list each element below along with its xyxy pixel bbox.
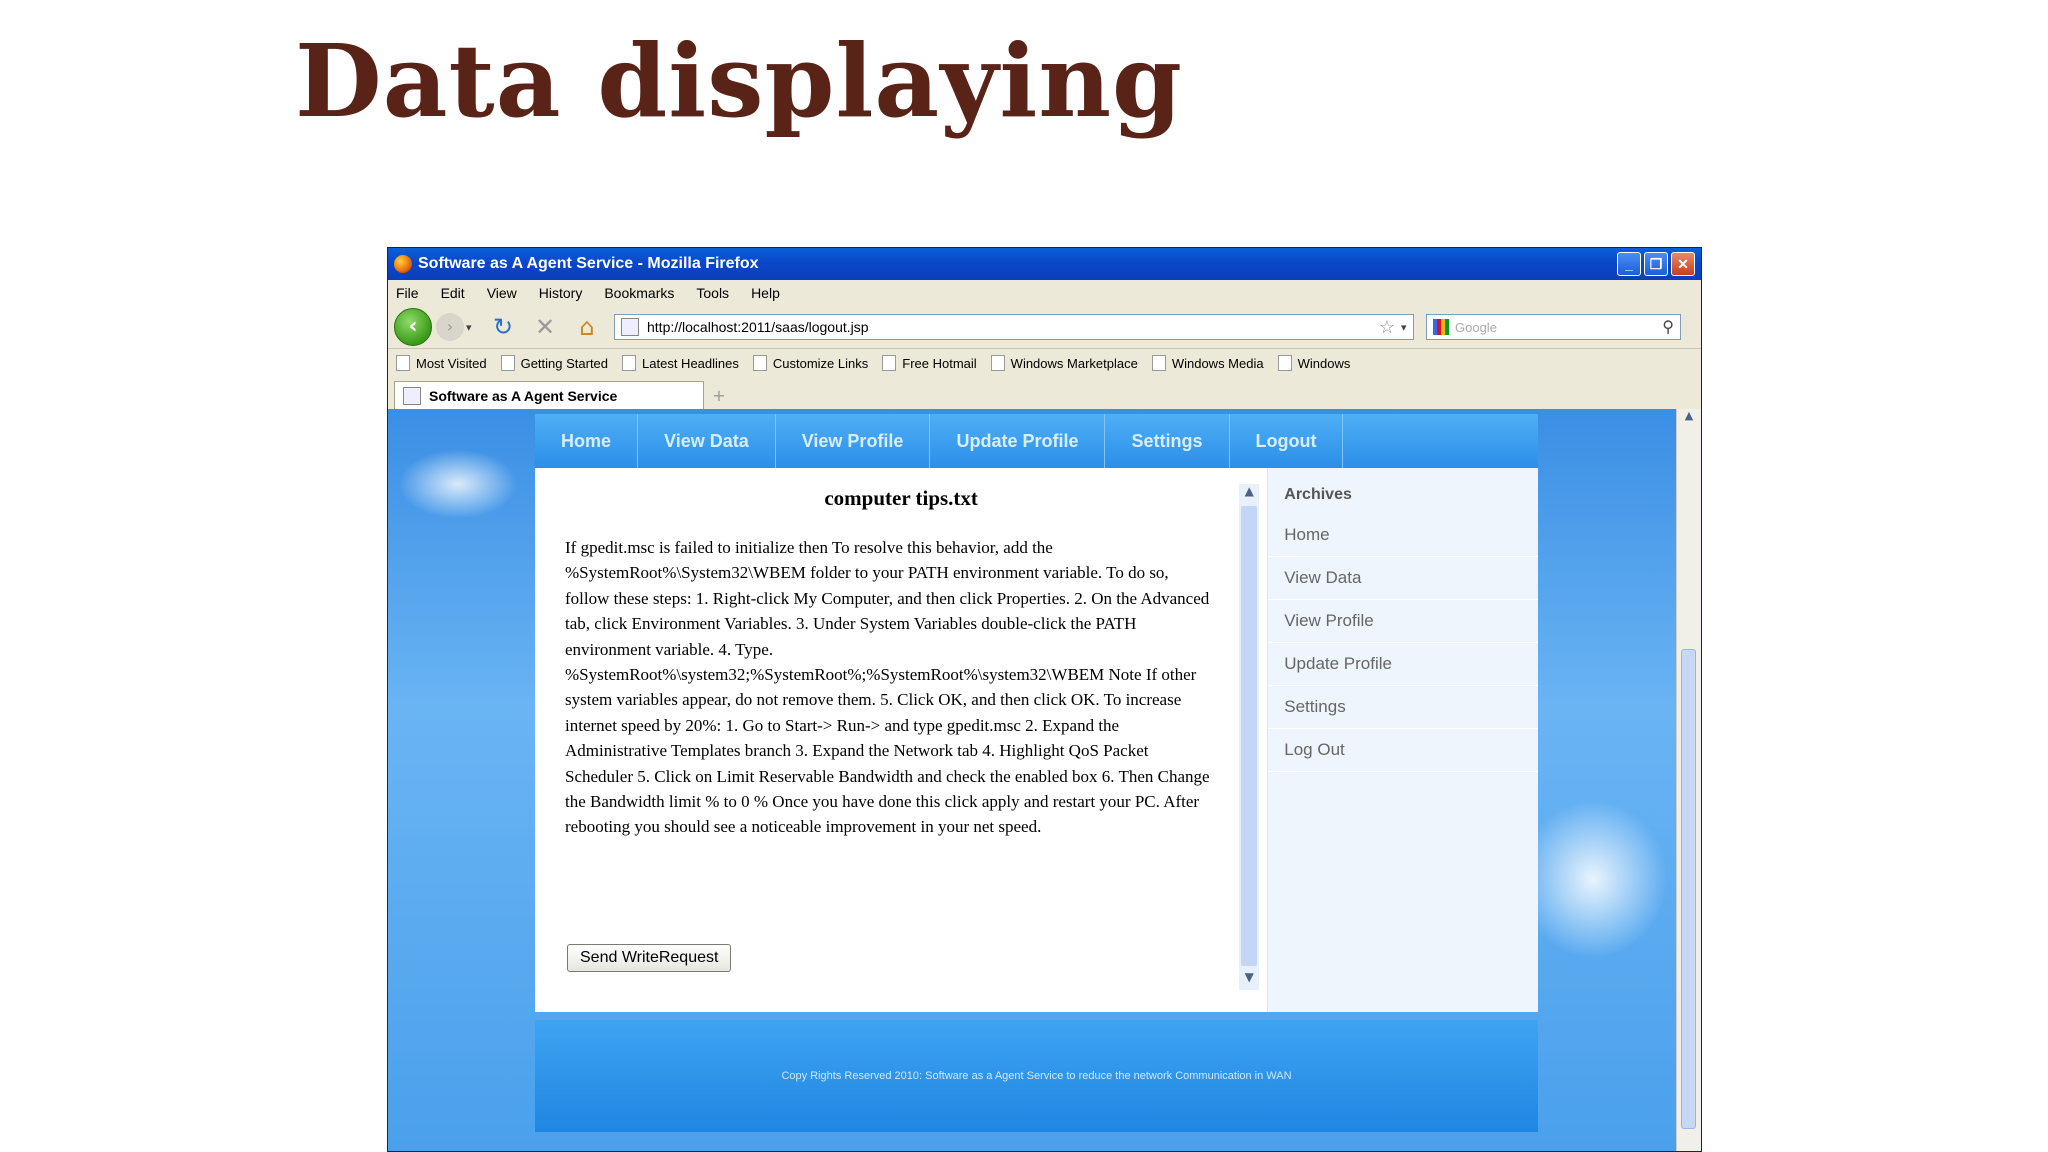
browser-window: Software as A Agent Service - Mozilla Fi…: [387, 247, 1702, 1152]
menu-file[interactable]: File: [396, 285, 419, 301]
menu-edit[interactable]: Edit: [441, 285, 465, 301]
window-title: Software as A Agent Service - Mozilla Fi…: [418, 255, 759, 272]
content-panel: computer tips.txt If gpedit.msc is faile…: [535, 468, 1267, 1012]
scroll-up-icon[interactable]: ▲: [1239, 484, 1259, 504]
page-icon: [1277, 355, 1292, 371]
menu-tools[interactable]: Tools: [696, 285, 729, 301]
sidebar-item-log-out[interactable]: Log Out: [1268, 729, 1538, 772]
rss-icon: [622, 355, 637, 371]
stop-icon[interactable]: ✕: [528, 313, 562, 341]
nav-home[interactable]: Home: [535, 414, 639, 468]
history-dropdown-icon[interactable]: ▾: [466, 321, 478, 334]
bookmark-folder-icon: [396, 355, 410, 371]
scroll-up-icon[interactable]: ▲: [1677, 409, 1701, 427]
tab-bar: Software as A Agent Service +: [388, 377, 1701, 410]
menu-bar: File Edit View History Bookmarks Tools H…: [388, 280, 1701, 306]
bookmark-item[interactable]: Windows Media: [1151, 355, 1264, 371]
reload-icon[interactable]: ↻: [486, 313, 520, 341]
url-dropdown-icon[interactable]: ▾: [1401, 321, 1413, 334]
cloud-decoration: [398, 449, 518, 519]
firefox-icon: [394, 255, 412, 273]
page-scrollbar[interactable]: ▲: [1676, 409, 1701, 1151]
menu-view[interactable]: View: [487, 285, 517, 301]
bookmark-item[interactable]: Getting Started: [500, 355, 608, 371]
search-input[interactable]: Google: [1455, 320, 1662, 335]
forward-button[interactable]: ›: [436, 313, 464, 341]
search-box[interactable]: Google ⚲: [1426, 314, 1681, 340]
page-icon: [1151, 355, 1166, 371]
sidebar-item-home[interactable]: Home: [1268, 514, 1538, 557]
bookmarks-toolbar: Most Visited Getting Started Latest Head…: [388, 349, 1701, 377]
search-icon[interactable]: ⚲: [1662, 317, 1674, 337]
document-title: computer tips.txt: [824, 486, 978, 510]
bookmark-item[interactable]: Windows Marketplace: [990, 355, 1138, 371]
sidebar-title: Archives: [1284, 486, 1352, 503]
archives-sidebar: Archives Home View Data View Profile Upd…: [1267, 468, 1538, 1012]
nav-update-profile[interactable]: Update Profile: [930, 414, 1106, 468]
menu-help[interactable]: Help: [751, 285, 780, 301]
scroll-thumb[interactable]: [1241, 506, 1258, 966]
new-tab-button[interactable]: +: [704, 386, 734, 405]
back-button[interactable]: ‹: [394, 308, 432, 346]
document-body: If gpedit.msc is failed to initialize th…: [565, 538, 1210, 837]
tab-label: Software as A Agent Service: [429, 387, 618, 404]
site-main: computer tips.txt If gpedit.msc is faile…: [535, 468, 1538, 1012]
sidebar-item-view-profile[interactable]: View Profile: [1268, 600, 1538, 643]
nav-logout[interactable]: Logout: [1230, 414, 1344, 468]
menu-history[interactable]: History: [539, 285, 583, 301]
nav-settings[interactable]: Settings: [1105, 414, 1230, 468]
page-icon: [882, 355, 897, 371]
slide-title: Data displaying: [295, 22, 1183, 140]
nav-view-profile[interactable]: View Profile: [776, 414, 931, 468]
page-icon: [990, 355, 1005, 371]
tab-active[interactable]: Software as A Agent Service: [394, 381, 704, 409]
scroll-thumb[interactable]: [1681, 649, 1696, 1129]
site-container: Home View Data View Profile Update Profi…: [535, 414, 1538, 1132]
scroll-down-icon[interactable]: ▼: [1239, 970, 1259, 990]
content-scrollbar[interactable]: ▲ ▼: [1239, 484, 1260, 990]
sidebar-item-settings[interactable]: Settings: [1268, 686, 1538, 729]
page-icon: [752, 355, 767, 371]
send-write-request-button[interactable]: Send WriteRequest: [567, 944, 732, 972]
bookmark-item[interactable]: Windows: [1277, 355, 1350, 371]
page-icon: [621, 318, 639, 336]
bookmark-item[interactable]: Latest Headlines: [622, 355, 739, 371]
page-icon: [403, 386, 421, 405]
address-bar[interactable]: http://localhost:2011/saas/logout.jsp ☆ …: [614, 314, 1414, 340]
close-button[interactable]: ✕: [1671, 252, 1695, 276]
site-footer: Copy Rights Reserved 2010: Software as a…: [535, 1020, 1538, 1132]
sidebar-item-view-data[interactable]: View Data: [1268, 557, 1538, 600]
window-titlebar[interactable]: Software as A Agent Service - Mozilla Fi…: [388, 248, 1701, 280]
navigation-toolbar: ‹ › ▾ ↻ ✕ ⌂ http://localhost:2011/saas/l…: [388, 306, 1701, 349]
sidebar-item-update-profile[interactable]: Update Profile: [1268, 643, 1538, 686]
bookmark-star-icon[interactable]: ☆: [1379, 317, 1395, 338]
bookmark-item[interactable]: Customize Links: [752, 355, 868, 371]
google-icon[interactable]: [1433, 319, 1449, 335]
minimize-button[interactable]: _: [1617, 252, 1641, 276]
cloud-decoration: [1518, 799, 1668, 959]
bookmark-item[interactable]: Free Hotmail: [882, 355, 977, 371]
restore-button[interactable]: ❐: [1644, 252, 1668, 276]
home-icon[interactable]: ⌂: [570, 313, 604, 341]
page-icon: [500, 355, 515, 371]
site-nav: Home View Data View Profile Update Profi…: [535, 414, 1538, 468]
nav-view-data[interactable]: View Data: [638, 414, 776, 468]
menu-bookmarks[interactable]: Bookmarks: [604, 285, 674, 301]
address-input[interactable]: http://localhost:2011/saas/logout.jsp: [647, 319, 1379, 335]
page-viewport: Home View Data View Profile Update Profi…: [388, 409, 1678, 1151]
bookmark-item[interactable]: Most Visited: [396, 355, 487, 371]
